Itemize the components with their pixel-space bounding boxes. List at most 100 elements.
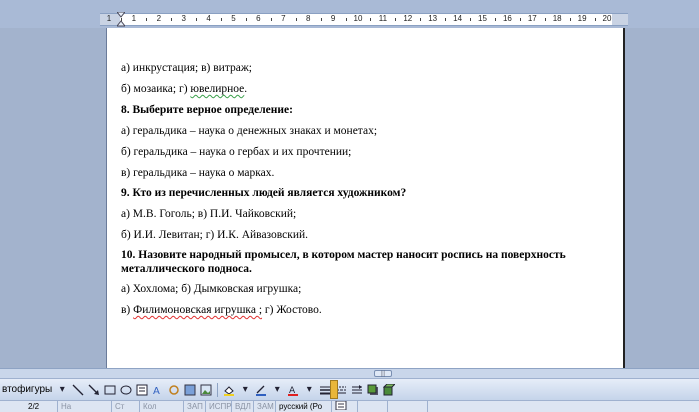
line-icon[interactable] xyxy=(71,383,85,397)
status-at: На xyxy=(58,401,112,412)
status-language[interactable]: русский (Ро xyxy=(276,401,332,412)
line-8: а) М.В. Гоголь; в) П.И. Чайковский; xyxy=(121,208,297,220)
line-2: б) мозаика; г) ювелирное. xyxy=(121,83,247,96)
ruler-tick xyxy=(196,18,198,21)
3d-style-icon[interactable] xyxy=(382,383,396,397)
horizontal-ruler[interactable]: 1 1 2 3 4 5 6 7 8 9 10 11 12 13 14 15 16 17 18 19 20 xyxy=(0,0,699,28)
status-rec[interactable]: ЗАП xyxy=(184,401,206,412)
line-4: а) геральдика – наука о денежных знаках … xyxy=(121,125,378,137)
diagram-icon[interactable] xyxy=(167,383,181,397)
ruler-number: 8 xyxy=(305,14,311,23)
status-empty-cell xyxy=(388,401,428,412)
ruler-tick xyxy=(594,18,596,21)
ruler-number: 2 xyxy=(156,14,162,23)
line-5: б) геральдика – наука о гербах и их проч… xyxy=(121,146,352,158)
ruler-tick xyxy=(370,18,372,21)
status-empty-cell xyxy=(358,401,388,412)
ruler-tick xyxy=(146,18,148,21)
dropdown-arrow-icon[interactable]: ▾ xyxy=(302,383,316,397)
ruler-number: 16 xyxy=(502,14,512,23)
ruler-tick xyxy=(519,18,521,21)
ruler-tick xyxy=(395,18,397,21)
ruler-number: 10 xyxy=(353,14,363,23)
ruler-tick xyxy=(221,18,223,21)
ruler-number: 9 xyxy=(330,14,336,23)
ruler-tick xyxy=(569,18,571,21)
status-bar: 2/2 На Ст Кол ЗАП ИСПР ВДЛ ЗАМ русский (… xyxy=(0,400,699,412)
arrow-icon[interactable] xyxy=(87,383,101,397)
ruler-tick xyxy=(171,18,173,21)
font-color-icon[interactable]: A xyxy=(286,383,300,397)
drawing-toolbar: втофигуры ▾ A ▾ ▾ A ▾ xyxy=(0,378,699,400)
ruler-tick xyxy=(470,18,472,21)
line-color-icon[interactable] xyxy=(254,383,268,397)
ruler-number: 6 xyxy=(256,14,261,23)
question-10-cont: металлического подноса. xyxy=(121,263,252,275)
scrollbar-thumb[interactable]: ||| xyxy=(374,370,392,377)
picture-icon[interactable] xyxy=(199,383,213,397)
dropdown-arrow-icon[interactable]: ▾ xyxy=(55,383,69,397)
ruler-tick xyxy=(270,18,272,21)
ruler-tick xyxy=(320,18,322,21)
spell-flag-word[interactable]: ювелирное xyxy=(190,83,244,95)
spellcheck-status-icon[interactable] xyxy=(332,400,358,412)
line-9: б) И.И. Левитан; г) И.К. Айвазовский. xyxy=(121,229,309,241)
line-2-post: . xyxy=(244,83,248,95)
question-10: 10. Назовите народный промысел, в которо… xyxy=(121,249,566,261)
ruler-tick xyxy=(121,18,123,21)
status-ext[interactable]: ВДЛ xyxy=(232,401,254,412)
ruler-number: 14 xyxy=(453,14,463,23)
line-6: в) геральдика – наука о марках. xyxy=(121,167,275,179)
arrow-style-icon[interactable] xyxy=(350,383,364,397)
line-13-post: г) Жостово. xyxy=(262,304,322,316)
ruler-number: 13 xyxy=(428,14,438,23)
status-ovr[interactable]: ЗАМ xyxy=(254,401,276,412)
rectangle-icon[interactable] xyxy=(103,383,117,397)
ruler-number: 19 xyxy=(577,14,587,23)
ruler-number: 11 xyxy=(378,14,388,23)
ruler-number: 20 xyxy=(602,14,612,23)
line-1: а) инкрустация; в) витраж; xyxy=(121,62,252,74)
horizontal-scrollbar[interactable]: ||| xyxy=(0,368,699,378)
toolbar-separator xyxy=(217,382,219,397)
ruler-tick xyxy=(295,18,297,21)
textbox-icon[interactable] xyxy=(135,383,149,397)
ruler-number: 3 xyxy=(181,14,186,23)
ruler-right-margin xyxy=(612,13,628,26)
status-line: Ст xyxy=(112,401,140,412)
question-9: 9. Кто из перечисленных людей является х… xyxy=(121,187,407,199)
ruler-number: 12 xyxy=(403,14,413,23)
ruler-number: 18 xyxy=(552,14,562,23)
status-trk[interactable]: ИСПР xyxy=(206,401,232,412)
ruler-tick xyxy=(420,18,422,21)
dropdown-arrow-icon[interactable]: ▾ xyxy=(270,383,284,397)
line-12: а) Хохлома; б) Дымковская игрушка; xyxy=(121,283,302,295)
ruler-tick xyxy=(345,18,347,21)
ruler-number: 5 xyxy=(231,14,236,23)
oval-icon[interactable] xyxy=(119,383,133,397)
ruler-number: 7 xyxy=(281,14,286,23)
toolbar-options-icon[interactable] xyxy=(330,380,338,399)
wordart-icon[interactable]: A xyxy=(151,383,165,397)
ruler-tick xyxy=(245,18,247,21)
ruler-number: 4 xyxy=(206,14,211,23)
status-column: Кол xyxy=(140,401,184,412)
ruler-number: 1 xyxy=(131,14,137,23)
ruler-tick xyxy=(494,18,496,21)
ruler-number: 15 xyxy=(478,14,487,23)
fill-color-icon[interactable] xyxy=(222,383,236,397)
shadow-style-icon[interactable] xyxy=(366,383,380,397)
autoshapes-menu[interactable]: втофигуры xyxy=(0,384,54,395)
line-2-pre: б) мозаика; г) xyxy=(121,83,191,95)
ruler-number: 1 xyxy=(106,14,112,23)
status-page: 2/2 xyxy=(0,401,58,412)
ruler-tick xyxy=(544,18,546,21)
ruler-tick xyxy=(445,18,447,21)
dropdown-arrow-icon[interactable]: ▾ xyxy=(238,383,252,397)
spell-flag-word[interactable]: Филимоновская игрушка ; xyxy=(133,304,262,316)
line-13: в) Филимоновская игрушка ; г) Жостово. xyxy=(121,304,322,317)
line-13-pre: в) xyxy=(121,304,134,316)
document-page[interactable]: а) инкрустация; в) витраж; б) мозаика; г… xyxy=(106,28,625,368)
clipart-icon[interactable] xyxy=(183,383,197,397)
ruler-number: 17 xyxy=(527,14,537,23)
